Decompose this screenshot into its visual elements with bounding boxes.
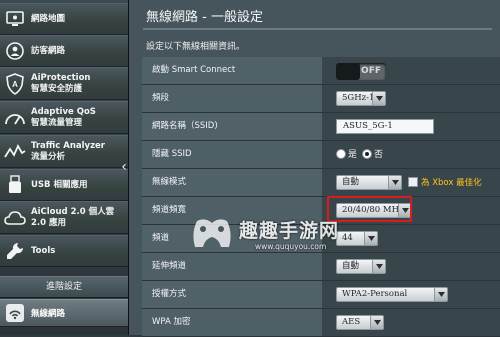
setting-label: 隱藏 SSID [142, 141, 322, 168]
toggle-knob [336, 63, 360, 80]
xbox-optimize-checkbox[interactable] [408, 177, 418, 187]
chevron-down-icon [372, 92, 385, 105]
main-panel: 無線網路 - 一般設定 設定以下無線相關資訊。 啟動 Smart Connect… [129, 0, 500, 337]
sidebar: 網路地圖 訪客網路 A AiProtection 智慧安全防護 Adaptive … [0, 0, 129, 335]
hide-ssid-yes-radio[interactable] [336, 149, 346, 159]
sidebar-item-sublabel: 智慧安全防護 [31, 83, 83, 94]
setting-row-ssid: 網路名稱（SSID) ASUS_5G-1 [142, 113, 500, 141]
guest-network-icon [4, 40, 26, 62]
sidebar-item-guest-network[interactable]: 訪客網路 [0, 35, 128, 67]
sidebar-item-traffic-analyzer[interactable]: Traffic Analyzer 流量分析 [0, 135, 128, 168]
sidebar-item-wireless[interactable]: 無線網路 [0, 299, 128, 327]
setting-label: WPA 加密 [142, 309, 322, 336]
setting-row-band: 頻段 5GHz-1 [142, 85, 500, 113]
setting-label: 啟動 Smart Connect [142, 57, 322, 84]
gamepad-logo-icon [193, 219, 231, 247]
hide-ssid-no-radio[interactable] [362, 149, 372, 159]
sidebar-item-label: USB 相關應用 [31, 179, 88, 190]
radio-label-yes: 是 [348, 150, 358, 160]
sidebar-item-label: AiProtection [31, 73, 91, 83]
wireless-icon [4, 302, 26, 324]
band-select[interactable]: 5GHz-1 [336, 91, 386, 106]
watermark-url: www.ququyou.com [255, 242, 327, 251]
chevron-down-icon [372, 260, 385, 273]
title-divider [143, 28, 492, 30]
sidebar-item-label: 訪客網路 [31, 45, 66, 56]
adaptive-qos-icon [4, 107, 26, 129]
sidebar-item-label: Tools [31, 245, 56, 256]
smart-connect-toggle[interactable]: OFF [336, 63, 386, 80]
sidebar-item-sublabel: 2.0 應用 [31, 217, 67, 228]
select-value: AES [342, 317, 361, 327]
setting-row-auth: 授權方式 WPA2-Personal [142, 281, 500, 309]
settings-table: 啟動 Smart Connect OFF 頻段 5GHz-1 網路名稱（SSID… [142, 57, 500, 337]
xbox-optimize-label: 為 Xbox 最佳化 [421, 178, 482, 188]
setting-label: 網路名稱（SSID) [142, 113, 322, 140]
sidebar-item-label: 網路地圖 [31, 13, 66, 24]
select-value: 5GHz-1 [342, 93, 375, 103]
setting-label: 延伸頻道 [142, 253, 322, 280]
aicloud-icon [4, 207, 26, 229]
setting-row-hide-ssid: 隱藏 SSID 是 否 [142, 141, 500, 169]
auth-method-select[interactable]: WPA2-Personal [336, 287, 448, 302]
setting-row-wireless-mode: 無線模式 自動 為 Xbox 最佳化 [142, 169, 500, 197]
sidebar-item-label: 無線網路 [31, 309, 66, 319]
chevron-down-icon [434, 288, 447, 301]
sidebar-item-usb[interactable]: USB 相關應用 [0, 169, 128, 201]
setting-row-wpa-encryption: WPA 加密 AES [142, 309, 500, 337]
sidebar-item-aiprotection[interactable]: A AiProtection 智慧安全防護 [0, 67, 128, 100]
chevron-down-icon [370, 316, 383, 329]
svg-text:A: A [12, 80, 18, 89]
sidebar-item-sublabel: 流量分析 [31, 151, 66, 162]
aiprotection-icon: A [4, 72, 26, 95]
page-description: 設定以下無線相關資訊。 [146, 42, 246, 52]
ext-channel-select[interactable]: 自動 [336, 259, 386, 274]
sidebar-item-aicloud[interactable]: AiCloud 2.0 個人雲 2.0 應用 [0, 201, 128, 234]
ssid-input[interactable]: ASUS_5G-1 [336, 119, 434, 134]
chevron-down-icon [388, 176, 401, 189]
select-value: 自動 [342, 177, 360, 187]
chevron-down-icon [364, 232, 377, 245]
sidebar-item-label: Adaptive QoS [31, 107, 96, 117]
wireless-mode-select[interactable]: 自動 [336, 175, 402, 190]
select-value: WPA2-Personal [342, 289, 408, 299]
traffic-analyzer-icon [4, 141, 26, 163]
usb-icon [4, 174, 26, 196]
setting-label: 頻段 [142, 85, 322, 112]
sidebar-item-tools[interactable]: Tools [0, 235, 128, 267]
select-value: 自動 [342, 261, 360, 271]
watermark-text: 趣趣手游网 [239, 220, 340, 242]
setting-row-ext-channel: 延伸頻道 自動 [142, 253, 500, 281]
setting-label: 授權方式 [142, 281, 322, 308]
wrench-icon [4, 240, 26, 262]
sidebar-section-header: 進階設定 [0, 276, 128, 298]
sidebar-item-label: Traffic Analyzer [31, 141, 105, 151]
watermark: 趣趣手游网 www.ququyou.com [189, 211, 359, 257]
sidebar-item-network-map[interactable]: 網路地圖 [0, 3, 128, 35]
page-title: 無線網路 - 一般設定 [146, 10, 263, 25]
setting-row-smart-connect: 啟動 Smart Connect OFF [142, 57, 500, 85]
sidebar-item-sublabel: 智慧流量管理 [31, 117, 83, 128]
sidebar-item-adaptive-qos[interactable]: Adaptive QoS 智慧流量管理 [0, 101, 128, 134]
wpa-encryption-select[interactable]: AES [336, 315, 384, 330]
toggle-state: OFF [361, 66, 381, 76]
setting-label: 無線模式 [142, 169, 322, 196]
radio-label-no: 否 [374, 150, 384, 160]
network-map-icon [4, 8, 26, 30]
sidebar-item-label: AiCloud 2.0 個人雲 [31, 207, 115, 217]
collapse-arrow-icon[interactable]: ‹ [119, 159, 129, 175]
